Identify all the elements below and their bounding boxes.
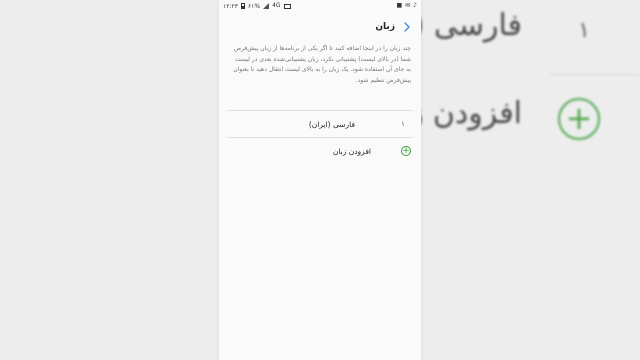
language-list-item[interactable]: فارسی (ایران) ۱ [219, 111, 421, 137]
background-divider [550, 74, 640, 75]
add-language-label: افزودن زبان [332, 146, 371, 156]
status-bar-left: ۱۲:۲۳ ۶۱% 4G [223, 3, 291, 10]
video-frame: فارسی (ا ۱ افزودن زبا + ۱۲:۲۳ ۶۱% 4G ■ ✉… [0, 0, 640, 360]
phone-screen: ۱۲:۲۳ ۶۱% 4G ■ ✉ ♪ زبان چند زبان را در ا… [219, 0, 421, 360]
language-description: چند زبان را در اینجا اضافه کنید تا اگر ی… [233, 45, 411, 84]
video-record-icon: ■ [396, 2, 403, 9]
battery-percent: ۶۱% [247, 2, 261, 10]
language-index: ۱ [401, 120, 405, 128]
page-title: زبان [375, 22, 395, 32]
signal-icon [263, 3, 270, 9]
status-bar-right: ■ ✉ ♪ [396, 3, 417, 9]
back-arrow-icon[interactable] [403, 22, 411, 32]
cast-icon [283, 3, 291, 9]
add-language-button[interactable]: افزودن زبان + [219, 138, 421, 164]
status-bar: ۱۲:۲۳ ۶۱% 4G ■ ✉ ♪ [219, 0, 421, 12]
music-note-icon: ♪ [413, 2, 417, 9]
language-label: فارسی (ایران) [308, 119, 355, 129]
background-index-text: ۱ [578, 18, 590, 43]
background-language-text: فارسی (ا [404, 8, 522, 43]
background-left-panel [0, 0, 219, 360]
plus-icon[interactable]: + [401, 146, 411, 156]
status-time: ۱۲:۲۳ [223, 2, 238, 10]
network-type: 4G [272, 2, 281, 9]
message-icon: ✉ [405, 2, 411, 9]
app-header: زبان [219, 12, 421, 42]
battery-icon [240, 3, 245, 9]
background-plus-icon: + [558, 98, 600, 140]
